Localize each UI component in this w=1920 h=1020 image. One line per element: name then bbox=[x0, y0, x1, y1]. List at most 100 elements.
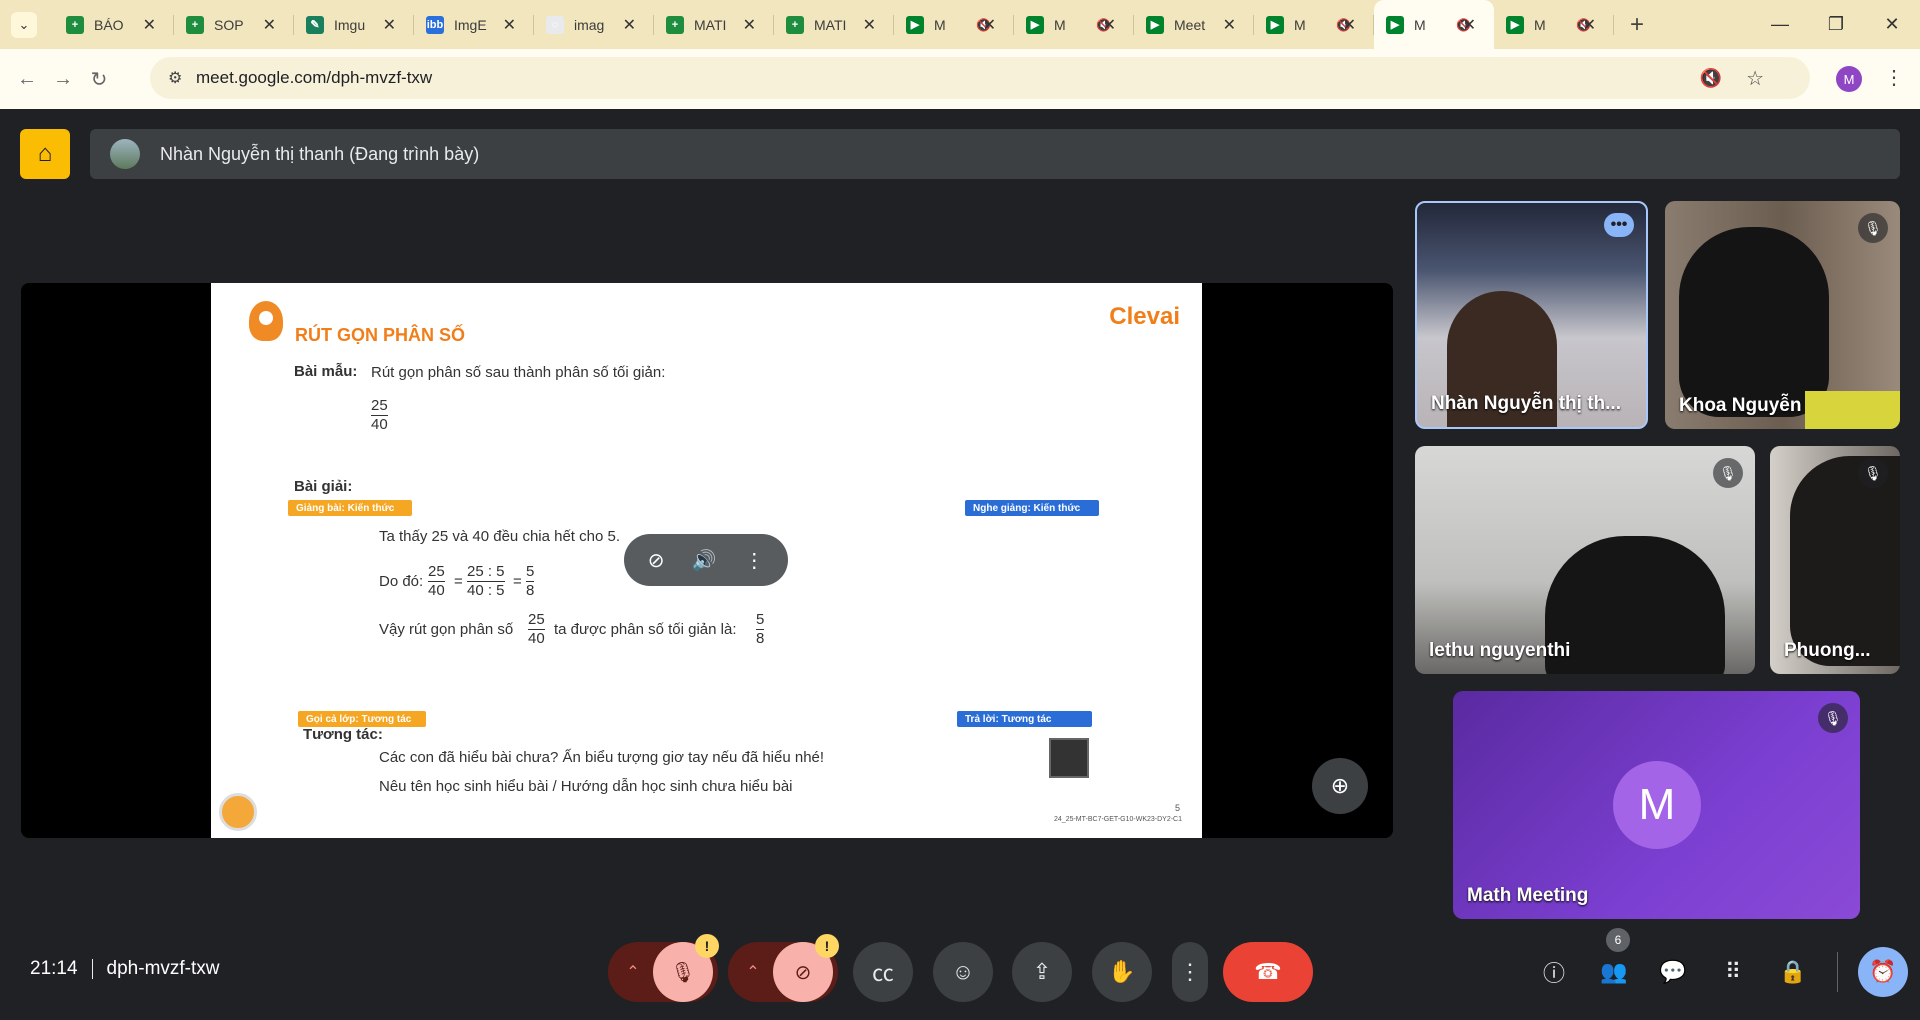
tab-close-icon[interactable]: ✕ bbox=[143, 15, 156, 35]
hand-icon: ✋ bbox=[1108, 959, 1136, 984]
browser-tab[interactable]: ▶ M 🔇 ✕ bbox=[1374, 0, 1494, 49]
fraction-numerator: 25 bbox=[371, 397, 388, 414]
profile-avatar[interactable]: M bbox=[1836, 66, 1862, 92]
reactions-button[interactable]: ☺ bbox=[933, 942, 993, 1002]
hangup-icon: ☎ bbox=[1254, 959, 1282, 984]
tab-close-icon[interactable]: ✕ bbox=[1223, 15, 1236, 35]
timer-button[interactable]: ⏰ bbox=[1858, 947, 1908, 997]
captions-icon: ㏄ bbox=[871, 961, 894, 986]
tab-close-icon[interactable]: ✕ bbox=[1583, 15, 1596, 35]
tab-list: + BÁO ✕ + SOP ✕ ✎ Imgu ✕ ibb ImgE ✕ ○ imag ✕ + MATI ✕ + MAT… bbox=[54, 0, 1614, 49]
browser-tab[interactable]: ✎ Imgu ✕ bbox=[294, 0, 414, 49]
people-button[interactable]: 👥 6 bbox=[1594, 928, 1634, 992]
presenter-banner: Nhàn Nguyễn thị thanh (Đang trình bày) bbox=[90, 129, 1900, 179]
browser-tab[interactable]: ▶ M 🔇 ✕ bbox=[894, 0, 1014, 49]
participant-tile[interactable]: 🎙 lethu nguyenthi bbox=[1415, 446, 1755, 674]
warning-icon: ! bbox=[815, 934, 839, 958]
participant-tile[interactable]: ••• Nhàn Nguyễn thị th... bbox=[1415, 201, 1648, 429]
tab-favicon-icon: ✎ bbox=[306, 15, 324, 34]
presenter-name: Nhàn Nguyễn thị thanh (Đang trình bày) bbox=[160, 143, 480, 164]
tag-answer: Trả lời: Tương tác bbox=[957, 711, 1092, 727]
participant-name: Phuong... bbox=[1784, 640, 1871, 661]
captions-button[interactable]: ㏄ bbox=[853, 942, 913, 1002]
meeting-details-button[interactable]: ⓘ bbox=[1534, 952, 1574, 992]
tab-favicon-icon: ▶ bbox=[1506, 15, 1524, 34]
url-text[interactable]: meet.google.com/dph-mvzf-txw bbox=[196, 68, 432, 88]
tab-close-icon[interactable]: ✕ bbox=[503, 15, 516, 35]
presentation-layout-icon[interactable]: ⌂ bbox=[20, 129, 70, 179]
tab-close-icon[interactable]: ✕ bbox=[383, 15, 396, 35]
unpin-icon[interactable]: ⊘ bbox=[648, 548, 665, 573]
host-controls-button[interactable]: 🔒 bbox=[1773, 952, 1813, 992]
tab-close-icon[interactable]: ✕ bbox=[1463, 15, 1476, 35]
tab-favicon-icon: ▶ bbox=[1026, 15, 1044, 34]
browser-tab[interactable]: + BÁO ✕ bbox=[54, 0, 174, 49]
back-icon[interactable]: ← bbox=[9, 68, 45, 91]
mic-toggle-button[interactable]: 🎙! bbox=[653, 934, 719, 1002]
meeting-code: dph-mvzf-txw bbox=[106, 958, 220, 979]
browser-tab[interactable]: + SOP ✕ bbox=[174, 0, 294, 49]
participant-tile[interactable]: M 🎙 Math Meeting bbox=[1453, 691, 1860, 919]
divider bbox=[1837, 952, 1838, 992]
new-tab-button[interactable]: + bbox=[1630, 11, 1644, 39]
browser-tab[interactable]: ▶ M 🔇 ✕ bbox=[1494, 0, 1614, 49]
eq-fraction-c: 58 bbox=[526, 563, 535, 599]
tab-title: MATI bbox=[814, 16, 847, 33]
tab-favicon-icon: ibb bbox=[426, 15, 444, 34]
tab-close-icon[interactable]: ✕ bbox=[863, 15, 876, 35]
browser-tab[interactable]: + MATI ✕ bbox=[774, 0, 894, 49]
browser-tab[interactable]: ibb ImgE ✕ bbox=[414, 0, 534, 49]
video-settings-chevron-icon[interactable]: ⌃ bbox=[733, 962, 773, 982]
raise-hand-button[interactable]: ✋ bbox=[1092, 942, 1152, 1002]
activities-button[interactable]: ⠿ bbox=[1713, 952, 1753, 992]
restore-icon[interactable]: ❐ bbox=[1808, 0, 1864, 49]
squirrel-mascot-icon bbox=[249, 301, 283, 341]
present-icon: ⇪ bbox=[1032, 959, 1052, 984]
leave-call-button[interactable]: ☎ bbox=[1223, 942, 1313, 1002]
footer-code: 24_25-MT-BC7-GET-G10-WK23-DY2-C1 bbox=[1054, 816, 1182, 823]
address-bar[interactable]: ⚙ meet.google.com/dph-mvzf-txw 🔇 ☆ bbox=[150, 57, 1810, 99]
tab-close-icon[interactable]: ✕ bbox=[263, 15, 276, 35]
slide-title: RÚT GỌN PHÂN SỐ bbox=[295, 325, 466, 345]
site-info-icon[interactable]: ⚙ bbox=[168, 68, 188, 88]
emoji-icon: ☺ bbox=[951, 959, 975, 984]
tile-more-options-icon[interactable]: ••• bbox=[1604, 213, 1634, 237]
browser-tab[interactable]: ▶ M 🔇 ✕ bbox=[1014, 0, 1134, 49]
muted-tab-icon[interactable]: 🔇 bbox=[1700, 68, 1722, 89]
zoom-in-icon[interactable]: ⊕ bbox=[1312, 758, 1368, 814]
tab-search-chevron-icon[interactable]: ⌄ bbox=[11, 11, 37, 38]
bookmark-star-icon[interactable]: ☆ bbox=[1746, 66, 1764, 91]
close-window-icon[interactable]: ✕ bbox=[1864, 0, 1920, 49]
audio-settings-chevron-icon[interactable]: ⌃ bbox=[613, 962, 653, 982]
present-screen-button[interactable]: ⇪ bbox=[1012, 942, 1072, 1002]
tab-close-icon[interactable]: ✕ bbox=[623, 15, 636, 35]
tab-close-icon[interactable]: ✕ bbox=[983, 15, 996, 35]
tab-close-icon[interactable]: ✕ bbox=[1343, 15, 1356, 35]
participant-tile[interactable]: 🎙 Phuong... bbox=[1770, 446, 1900, 674]
fraction-denominator: 40 bbox=[371, 416, 388, 433]
window-controls: — ❐ ✕ bbox=[1752, 0, 1920, 49]
browser-tab[interactable]: ▶ Meet ✕ bbox=[1134, 0, 1254, 49]
browser-tab[interactable]: ○ imag ✕ bbox=[534, 0, 654, 49]
tab-close-icon[interactable]: ✕ bbox=[1103, 15, 1116, 35]
example-fraction: 25 40 bbox=[371, 397, 388, 434]
browser-tab[interactable]: + MATI ✕ bbox=[654, 0, 774, 49]
tab-close-icon[interactable]: ✕ bbox=[743, 15, 756, 35]
browser-tab[interactable]: ▶ M 🔇 ✕ bbox=[1254, 0, 1374, 49]
tag-listen: Nghe giảng: Kiến thức bbox=[965, 500, 1099, 516]
mic-off-icon: 🎙 bbox=[1858, 458, 1888, 488]
browser-menu-icon[interactable]: ⋮ bbox=[1884, 65, 1904, 90]
tab-title: M bbox=[1294, 16, 1306, 33]
chat-button[interactable]: 💬 bbox=[1653, 952, 1693, 992]
participant-tile[interactable]: 🎙 Khoa Nguyễn bbox=[1665, 201, 1900, 429]
presenter-avatar bbox=[110, 139, 140, 169]
minimize-icon[interactable]: — bbox=[1752, 0, 1808, 49]
more-options-icon[interactable]: ⋮ bbox=[744, 548, 764, 573]
reload-icon[interactable]: ↻ bbox=[81, 67, 117, 92]
more-options-button[interactable]: ⋮ bbox=[1172, 942, 1208, 1002]
tab-favicon-icon: + bbox=[186, 15, 204, 34]
camera-toggle-button[interactable]: ⊘! bbox=[773, 934, 839, 1002]
volume-icon[interactable]: 🔊 bbox=[692, 548, 717, 573]
result-fraction: 58 bbox=[756, 611, 765, 647]
forward-icon[interactable]: → bbox=[45, 68, 81, 91]
